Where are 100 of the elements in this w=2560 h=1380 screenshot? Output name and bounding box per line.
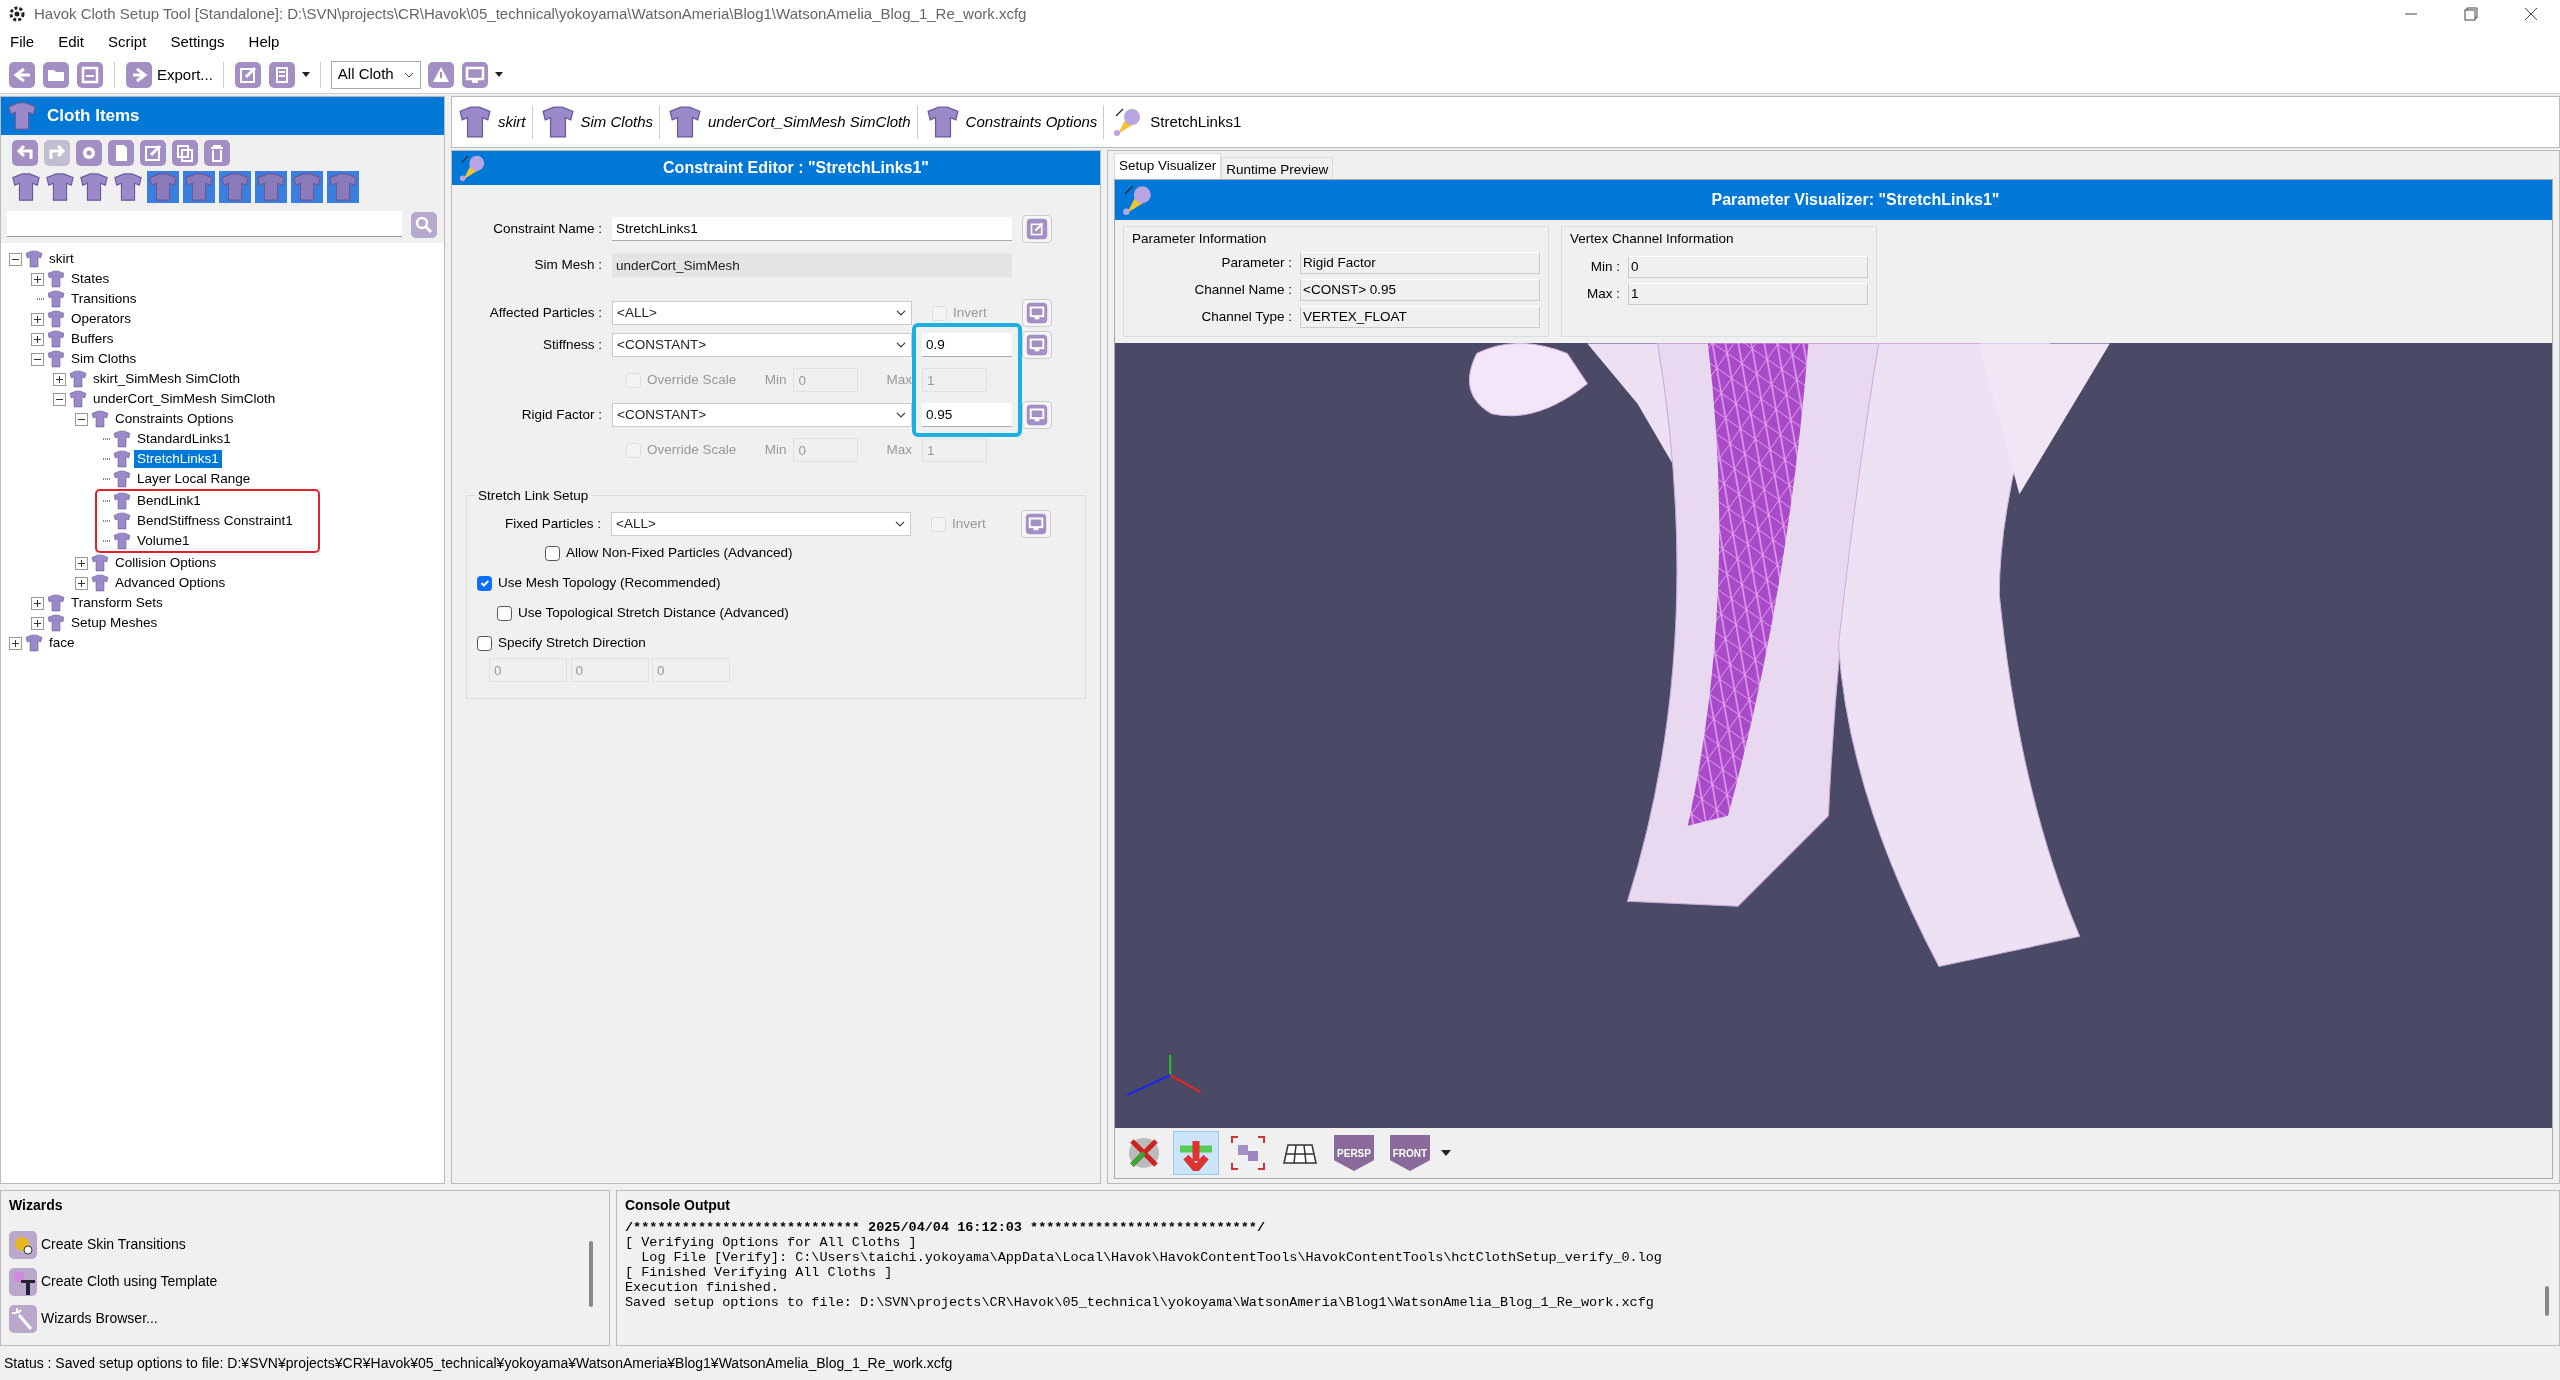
shirt-icon (113, 492, 131, 510)
menu-item[interactable]: Script (108, 30, 147, 54)
edit-icon[interactable] (139, 139, 167, 167)
panel-title: Wizards (9, 1196, 64, 1215)
page-icon[interactable] (107, 139, 135, 167)
expand-toggle[interactable] (31, 616, 44, 630)
close-icon[interactable] (2524, 7, 2538, 21)
shirt-icon (47, 594, 65, 612)
caret-icon[interactable] (494, 71, 503, 78)
tree-item[interactable]: Operators (68, 310, 135, 328)
caret-icon[interactable] (1441, 1149, 1451, 1157)
value-field[interactable]: 0.95 (922, 403, 1012, 427)
shirt-icon (113, 512, 131, 530)
tree-item[interactable]: Transform Sets (68, 594, 166, 612)
expand-toggle[interactable] (75, 412, 88, 426)
redo-icon[interactable] (43, 139, 71, 167)
export-icon[interactable] (125, 60, 153, 89)
settings-icon[interactable] (75, 139, 103, 167)
tree-item[interactable]: skirt (46, 250, 77, 268)
breadcrumb[interactable]: StretchLinks1 (1112, 106, 1248, 138)
monitor-icon[interactable] (1022, 331, 1052, 359)
checkbox[interactable] (477, 575, 492, 591)
expand-toggle[interactable] (31, 312, 44, 326)
expand-toggle[interactable] (9, 252, 22, 266)
shirt-icon (47, 270, 65, 288)
dropdown[interactable]: <ALL> (611, 512, 911, 536)
expand-toggle[interactable] (31, 596, 44, 610)
edit-icon[interactable] (1022, 215, 1052, 243)
menu-item[interactable]: Settings (170, 30, 225, 54)
monitor-icon[interactable] (1021, 510, 1051, 538)
tree-item[interactable]: Collision Options (112, 554, 220, 572)
tree-item[interactable]: Advanced Options (112, 574, 229, 592)
tree-item[interactable]: face (46, 634, 78, 652)
group-title: Vertex Channel Information (1570, 230, 1735, 248)
tab[interactable]: Runtime Preview (1221, 157, 1334, 179)
monitor-icon[interactable] (1022, 401, 1052, 429)
tree-item[interactable]: skirt_SimMesh SimCloth (90, 370, 244, 388)
tree-item[interactable]: BendStiffness Constraint1 (134, 512, 296, 530)
expand-toggle[interactable] (9, 636, 22, 650)
filter-dropdown[interactable]: All Cloth (330, 60, 421, 89)
breadcrumb[interactable]: Constraints Options (925, 105, 1105, 139)
tree-item[interactable]: Setup Meshes (68, 614, 161, 632)
breadcrumb[interactable]: Sim Cloths (540, 105, 661, 139)
expand-toggle[interactable] (75, 556, 88, 570)
menu-item[interactable]: File (10, 30, 35, 54)
tree-item[interactable]: States (68, 270, 113, 288)
tab[interactable]: Setup Visualizer (1114, 153, 1222, 179)
wizard-item[interactable]: Create Skin Transitions (9, 1226, 601, 1263)
checkbox[interactable] (545, 545, 560, 561)
tree-item[interactable]: StandardLinks1 (134, 430, 234, 448)
copy-icon[interactable] (171, 139, 199, 167)
wizard-item[interactable]: Wizards Browser... (9, 1300, 601, 1337)
dropdown[interactable]: <ALL> (612, 301, 912, 325)
axes-icon (1126, 1055, 1201, 1097)
expand-toggle[interactable] (53, 392, 66, 406)
text-field[interactable]: StretchLinks1 (612, 217, 1012, 241)
tree-item[interactable]: Constraints Options (112, 410, 237, 428)
tree-item[interactable]: StretchLinks1 (134, 450, 222, 468)
tree-item[interactable]: Volume1 (134, 532, 193, 550)
expand-toggle[interactable] (53, 372, 66, 386)
checkbox[interactable] (497, 605, 512, 621)
caret-icon[interactable] (301, 71, 310, 78)
tree-item[interactable]: Transitions (68, 290, 140, 308)
expand-toggle[interactable] (31, 352, 44, 366)
save-icon[interactable] (76, 60, 104, 89)
wizard-item[interactable]: Create Cloth using Template (9, 1263, 601, 1300)
search-field[interactable] (7, 211, 402, 237)
breadcrumb[interactable]: skirt (458, 105, 533, 139)
tree-item[interactable]: underCort_SimMesh SimCloth (90, 390, 279, 408)
value-field[interactable]: 0.9 (922, 333, 1012, 357)
expand-toggle[interactable] (31, 332, 44, 346)
warning-icon[interactable] (426, 60, 455, 89)
menu-item[interactable]: Help (248, 30, 280, 54)
monitor-icon[interactable] (460, 60, 489, 89)
menu-item[interactable]: Edit (58, 30, 85, 54)
breadcrumb[interactable]: underCort_SimMesh SimCloth (668, 105, 918, 139)
undo-icon[interactable] (11, 139, 39, 167)
chevron-icon (403, 71, 414, 78)
tree-item[interactable]: Sim Cloths (68, 350, 140, 368)
read-only-field: Rigid Factor (1300, 251, 1540, 274)
script-icon[interactable] (267, 60, 296, 89)
import-icon[interactable] (8, 60, 36, 89)
shirt-icon (69, 390, 87, 408)
export-button[interactable]: Export... (125, 60, 213, 89)
checkbox[interactable] (477, 635, 492, 651)
dropdown[interactable]: <CONSTANT> (612, 403, 912, 427)
search-icon[interactable] (410, 211, 438, 239)
move-arrows-icon[interactable] (1173, 1131, 1219, 1175)
restore-icon[interactable] (2464, 7, 2478, 21)
monitor-icon[interactable] (1022, 299, 1052, 327)
tree-item[interactable]: Buffers (68, 330, 117, 348)
expand-toggle[interactable] (75, 576, 88, 590)
dropdown[interactable]: <CONSTANT> (612, 333, 912, 357)
trash-icon[interactable] (203, 139, 231, 167)
expand-toggle[interactable] (31, 272, 44, 286)
tree-item[interactable]: BendLink1 (134, 492, 204, 510)
folder-icon[interactable] (42, 60, 70, 89)
cloth-template-icon (9, 1267, 37, 1296)
edit-icon[interactable] (233, 60, 262, 89)
tree-item[interactable]: Layer Local Range (134, 470, 254, 488)
